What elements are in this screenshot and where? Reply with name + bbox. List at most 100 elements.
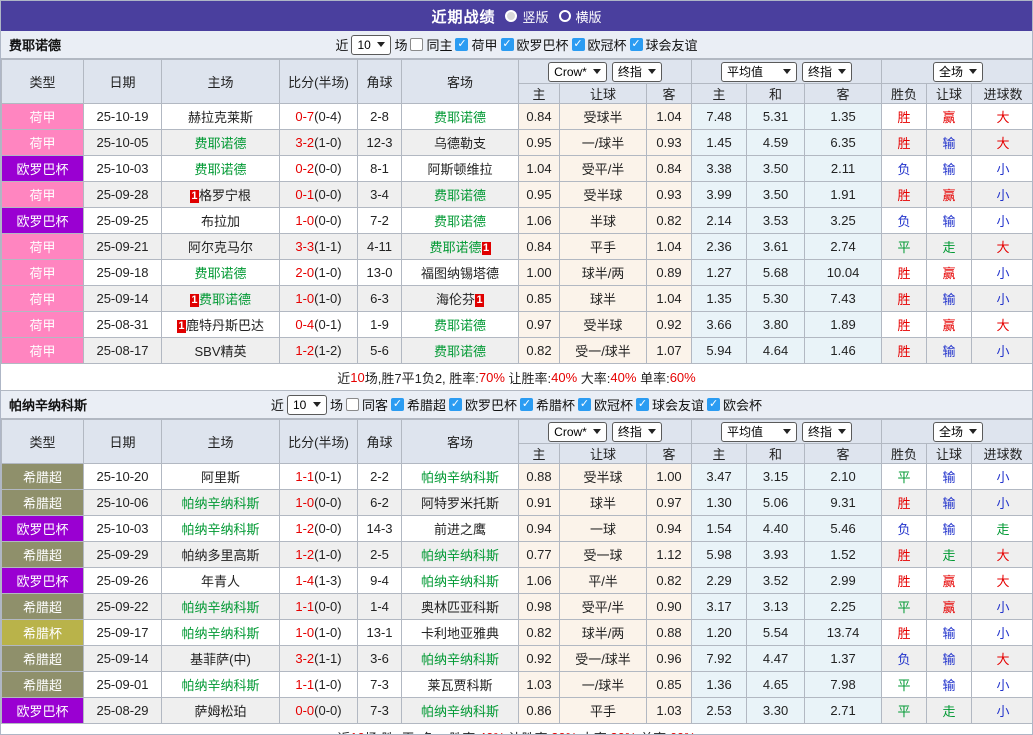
team-cell: 费耶诺德 xyxy=(402,104,519,130)
team-label: 帕纳辛纳科斯 xyxy=(181,678,259,693)
radio-vertical-label: 竖版 xyxy=(522,7,548,26)
score-cell: 1-0(1-0) xyxy=(280,620,358,646)
avg-odds-cell: 3.66 xyxy=(692,312,747,338)
avg-odds-cell: 1.46 xyxy=(805,338,882,364)
team-cell: 乌德勒支 xyxy=(402,130,519,156)
league-checkbox[interactable]: ✓ xyxy=(636,398,649,411)
corners-cell: 3-6 xyxy=(358,646,402,672)
league-checkbox-label[interactable]: 希腊超 xyxy=(407,395,446,414)
league-checkbox[interactable]: ✓ xyxy=(572,38,585,51)
result-cell: 输 xyxy=(927,338,972,364)
same-venue-checkbox[interactable] xyxy=(410,38,423,51)
bookmaker-select[interactable]: Crow* xyxy=(548,62,607,82)
avg-odds-cell: 1.45 xyxy=(692,130,747,156)
league-checkbox-label[interactable]: 欧会杯 xyxy=(723,395,762,414)
games-count-select[interactable]: 10 xyxy=(287,395,327,415)
league-badge: 荷甲 xyxy=(2,260,84,286)
result-cell: 胜 xyxy=(882,620,927,646)
league-checkbox-label[interactable]: 欧冠杯 xyxy=(588,35,627,54)
corners-cell: 2-5 xyxy=(358,542,402,568)
match-date: 25-09-29 xyxy=(84,542,162,568)
avg-odds-cell: 1.36 xyxy=(692,672,747,698)
summary-segment: 近 xyxy=(337,728,350,735)
league-checkbox[interactable]: ✓ xyxy=(630,38,643,51)
league-badge: 欧罗巴杯 xyxy=(2,208,84,234)
final-odds-select-1[interactable]: 终指 xyxy=(612,422,662,442)
handicap-cell: 受半球 xyxy=(560,312,647,338)
radio-horizontal-layout[interactable]: 横版 xyxy=(559,7,602,26)
col-away: 客场 xyxy=(402,60,519,104)
same-venue-checkbox[interactable] xyxy=(346,398,359,411)
avg-odds-cell: 1.30 xyxy=(692,490,747,516)
result-cell: 小 xyxy=(972,464,1033,490)
matches-table: 类型 日期 主场 比分(半场) 角球 客场 Crow* 终指 平均值 终指 xyxy=(1,59,1033,364)
match-date: 25-10-05 xyxy=(84,130,162,156)
result-cell: 胜 xyxy=(882,490,927,516)
league-checkbox-label[interactable]: 球会友谊 xyxy=(646,35,698,54)
odds-cell: 1.03 xyxy=(519,672,560,698)
league-checkbox-label[interactable]: 欧罗巴杯 xyxy=(465,395,517,414)
avg-odds-cell: 13.74 xyxy=(805,620,882,646)
avg-odds-cell: 3.50 xyxy=(747,182,805,208)
col-home: 主场 xyxy=(162,60,280,104)
team-cell: 基菲萨(中) xyxy=(162,646,280,672)
col-home: 主场 xyxy=(162,420,280,464)
avg-odds-cell: 3.53 xyxy=(747,208,805,234)
handicap-cell: 受一球 xyxy=(560,542,647,568)
league-checkbox[interactable]: ✓ xyxy=(391,398,404,411)
league-checkbox-label[interactable]: 欧罗巴杯 xyxy=(517,35,569,54)
red-card-icon: 1 xyxy=(177,320,186,333)
match-row: 荷甲25-08-17SBV精英1-2(1-2)5-6费耶诺德0.82受一/球半1… xyxy=(2,338,1033,364)
final-odds-select-2[interactable]: 终指 xyxy=(802,422,852,442)
avg-odds-cell: 2.71 xyxy=(805,698,882,724)
topbar: 近期战绩 竖版 横版 xyxy=(1,1,1032,31)
team-cell: 莱瓦贾科斯 xyxy=(402,672,519,698)
result-cell: 小 xyxy=(972,672,1033,698)
final-odds-select-2[interactable]: 终指 xyxy=(802,62,852,82)
odds-cell: 0.94 xyxy=(519,516,560,542)
bookmaker-select[interactable]: Crow* xyxy=(548,422,607,442)
avg-odds-cell: 1.20 xyxy=(692,620,747,646)
team-cell: 帕纳辛纳科斯 xyxy=(162,620,280,646)
league-checkbox-label[interactable]: 荷甲 xyxy=(471,35,497,54)
league-checkbox[interactable]: ✓ xyxy=(455,38,468,51)
league-checkbox[interactable]: ✓ xyxy=(520,398,533,411)
average-select[interactable]: 平均值 xyxy=(721,422,797,442)
average-select[interactable]: 平均值 xyxy=(721,62,797,82)
team-label: 乌德勒支 xyxy=(434,136,486,151)
league-checkbox-label[interactable]: 希腊杯 xyxy=(536,395,575,414)
league-checkbox-label[interactable]: 球会友谊 xyxy=(652,395,704,414)
full-match-select[interactable]: 全场 xyxy=(933,62,983,82)
corners-cell: 7-3 xyxy=(358,672,402,698)
chevron-down-icon xyxy=(969,69,977,74)
match-row: 欧罗巴杯25-09-26年青人1-4(1-3)9-4帕纳辛纳科斯1.06平/半0… xyxy=(2,568,1033,594)
avg-odds-cell: 3.25 xyxy=(805,208,882,234)
odds-group-header: Crow* 终指 xyxy=(519,60,692,84)
final-odds-select-1[interactable]: 终指 xyxy=(612,62,662,82)
league-checkbox-label[interactable]: 欧冠杯 xyxy=(594,395,633,414)
full-match-select[interactable]: 全场 xyxy=(933,422,983,442)
team-label: 帕纳辛纳科斯 xyxy=(181,600,259,615)
radio-vertical-layout[interactable]: 竖版 xyxy=(505,7,548,26)
league-badge: 欧罗巴杯 xyxy=(2,516,84,542)
chevron-down-icon xyxy=(838,429,846,434)
league-badge: 希腊超 xyxy=(2,542,84,568)
result-cell: 小 xyxy=(972,182,1033,208)
page-title: 近期战绩 xyxy=(431,6,495,27)
league-checkbox[interactable]: ✓ xyxy=(449,398,462,411)
corners-cell: 3-4 xyxy=(358,182,402,208)
result-cell: 小 xyxy=(972,698,1033,724)
corners-cell: 14-3 xyxy=(358,516,402,542)
league-checkbox[interactable]: ✓ xyxy=(578,398,591,411)
games-count-select[interactable]: 10 xyxy=(351,35,391,55)
result-cell: 平 xyxy=(882,234,927,260)
match-date: 25-09-28 xyxy=(84,182,162,208)
recent-results-page: 近期战绩 竖版 横版 费耶诺德 近10场同主✓荷甲✓欧罗巴杯✓欧冠杯✓球会友谊 … xyxy=(0,0,1033,735)
odds-cell: 0.88 xyxy=(647,620,692,646)
league-checkbox[interactable]: ✓ xyxy=(501,38,514,51)
team-label: 鹿特丹斯巴达 xyxy=(186,318,264,333)
odds-cell: 0.77 xyxy=(519,542,560,568)
odds-cell: 0.86 xyxy=(519,698,560,724)
league-checkbox[interactable]: ✓ xyxy=(707,398,720,411)
chevron-down-icon xyxy=(648,69,656,74)
